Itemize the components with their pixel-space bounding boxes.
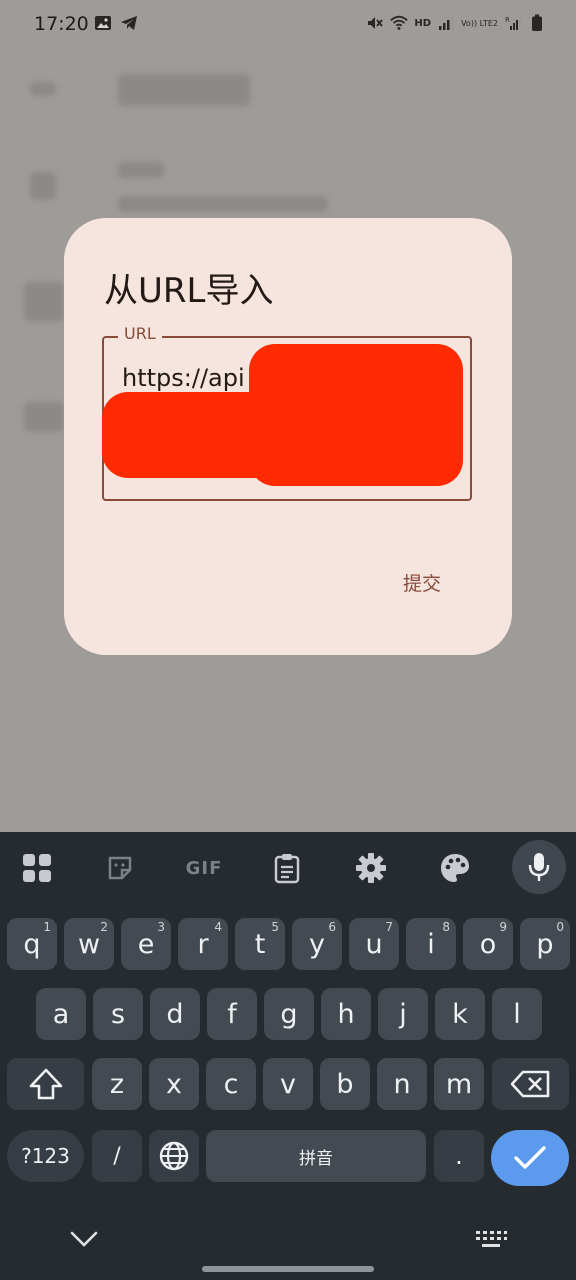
key-m[interactable]: m — [434, 1058, 484, 1110]
symbols-key[interactable]: ?123 — [7, 1130, 84, 1182]
key-d[interactable]: d — [150, 988, 200, 1040]
status-bar: 17:20 HD Vo)) LTE2 R — [0, 0, 576, 52]
key-label: t — [254, 928, 266, 960]
key-label: p — [536, 928, 554, 960]
key-i[interactable]: i8 — [406, 918, 456, 970]
mute-icon — [366, 14, 384, 32]
wifi-icon — [390, 14, 409, 32]
soft-keyboard: GIF q1 w2 e3 r4 t5 y6 u7 i8 o9 p0 a s d … — [0, 832, 576, 1280]
key-hint: 5 — [271, 920, 279, 934]
key-b[interactable]: b — [320, 1058, 370, 1110]
mic-icon[interactable] — [512, 840, 566, 894]
language-key[interactable] — [149, 1130, 199, 1182]
palette-icon[interactable] — [437, 850, 473, 886]
enter-key[interactable] — [491, 1130, 569, 1186]
space-key[interactable]: 拼音 — [206, 1130, 426, 1182]
key-label: r — [197, 928, 209, 960]
url-input[interactable]: URL https://api — [102, 324, 472, 501]
key-label: q — [23, 928, 41, 960]
svg-text:R: R — [505, 16, 510, 24]
key-u[interactable]: u7 — [349, 918, 399, 970]
key-n[interactable]: n — [377, 1058, 427, 1110]
url-field-label: URL — [118, 324, 162, 343]
keyboard-toolbar: GIF — [0, 832, 576, 902]
key-c[interactable]: c — [206, 1058, 256, 1110]
settings-gear-icon[interactable] — [353, 850, 389, 886]
key-hint: 8 — [442, 920, 450, 934]
backspace-icon — [510, 1070, 549, 1098]
period-key[interactable]: . — [434, 1130, 484, 1182]
key-hint: 0 — [556, 920, 564, 934]
import-url-dialog: 从URL导入 URL https://api 提交 — [64, 218, 512, 655]
key-hint: 3 — [157, 920, 165, 934]
image-icon — [94, 14, 112, 32]
volte-icon: Vo)) LTE2 — [461, 18, 498, 28]
key-f[interactable]: f — [207, 988, 257, 1040]
key-label: o — [479, 928, 497, 960]
key-l[interactable]: l — [492, 988, 542, 1040]
key-hint: 7 — [385, 920, 393, 934]
key-label: e — [137, 928, 155, 960]
key-a[interactable]: a — [36, 988, 86, 1040]
key-hint: 1 — [43, 920, 51, 934]
backspace-key[interactable] — [492, 1058, 569, 1110]
key-y[interactable]: y6 — [292, 918, 342, 970]
telegram-icon — [120, 14, 138, 32]
key-e[interactable]: e3 — [121, 918, 171, 970]
dialog-title: 从URL导入 — [104, 271, 274, 311]
key-z[interactable]: z — [92, 1058, 142, 1110]
key-label: u — [365, 928, 383, 960]
hide-keyboard-icon[interactable] — [68, 1227, 100, 1251]
key-label: y — [309, 928, 325, 960]
key-hint: 6 — [328, 920, 336, 934]
home-indicator[interactable] — [202, 1266, 374, 1272]
key-o[interactable]: o9 — [463, 918, 513, 970]
gif-icon[interactable]: GIF — [183, 850, 225, 886]
key-label: w — [77, 928, 101, 960]
key-hint: 4 — [214, 920, 222, 934]
key-label: i — [427, 928, 435, 960]
signal-roaming-icon: R — [504, 14, 522, 32]
clipboard-icon[interactable] — [269, 850, 305, 886]
sticker-icon[interactable] — [102, 850, 138, 886]
slash-key[interactable]: / — [92, 1130, 142, 1182]
shift-key[interactable] — [7, 1058, 84, 1110]
key-p[interactable]: p0 — [520, 918, 570, 970]
key-w[interactable]: w2 — [64, 918, 114, 970]
key-x[interactable]: x — [149, 1058, 199, 1110]
key-t[interactable]: t5 — [235, 918, 285, 970]
key-hint: 2 — [100, 920, 108, 934]
hd-icon: HD — [414, 17, 432, 29]
submit-button[interactable]: 提交 — [388, 564, 456, 600]
key-v[interactable]: v — [263, 1058, 313, 1110]
battery-icon — [528, 14, 546, 32]
redaction-block — [102, 392, 322, 478]
key-k[interactable]: k — [435, 988, 485, 1040]
key-g[interactable]: g — [264, 988, 314, 1040]
status-time: 17:20 — [34, 13, 89, 35]
checkmark-icon — [514, 1146, 546, 1169]
key-hint: 9 — [499, 920, 507, 934]
key-j[interactable]: j — [378, 988, 428, 1040]
shift-icon — [29, 1068, 62, 1100]
key-s[interactable]: s — [93, 988, 143, 1040]
keyboard-switcher-icon[interactable] — [474, 1229, 508, 1251]
key-h[interactable]: h — [321, 988, 371, 1040]
key-q[interactable]: q1 — [7, 918, 57, 970]
signal-icon — [437, 14, 455, 32]
key-r[interactable]: r4 — [178, 918, 228, 970]
apps-grid-icon[interactable] — [19, 850, 55, 886]
url-input-value: https://api — [122, 364, 245, 392]
globe-icon — [159, 1141, 189, 1171]
